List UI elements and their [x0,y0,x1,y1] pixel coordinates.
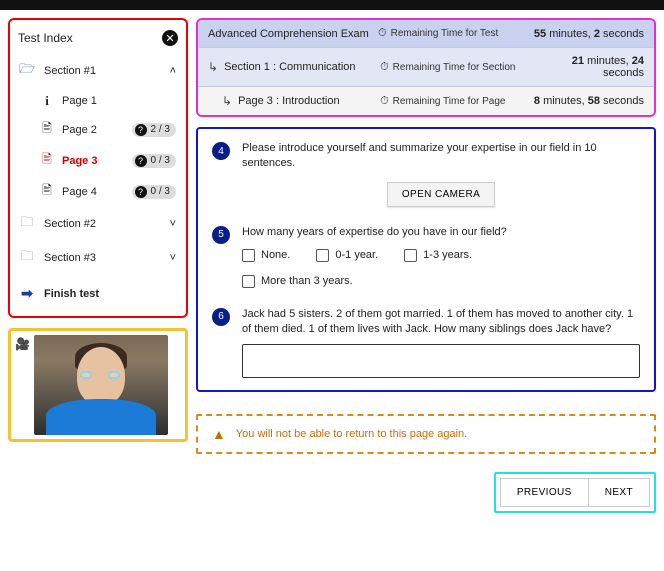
section-label: Section #2 [44,218,160,230]
timer-title: Advanced Comprehension Exam [208,28,378,40]
question-mark-icon: ? [135,155,147,167]
finish-label: Finish test [44,288,99,300]
nav-buttons: PREVIOUS NEXT [494,472,656,513]
timer-mid: Remaining Time for Section [393,62,516,73]
chevron-down-icon: ˅ [170,252,176,264]
question-mark-icon: ? [135,186,147,198]
checkbox-icon [242,249,255,262]
question-5: 5 How many years of expertise do you hav… [212,225,640,289]
page-label: Page 2 [62,124,124,136]
page-4-row[interactable]: 🖹 Page 4 ?0 / 3 [18,176,178,207]
webcam-feed [34,335,168,435]
page-label: Page 4 [62,186,124,198]
document-icon: 🖹 [40,181,54,202]
warning-text: You will not be able to return to this p… [236,428,467,440]
warning-icon: ▲ [212,426,226,442]
section-3-row[interactable]: 🗀 Section #3 ˅ [18,241,178,275]
progress-badge: ?2 / 3 [132,123,176,137]
option-none[interactable]: None. [242,248,290,263]
clock-icon: ⏱ [378,27,387,40]
previous-button[interactable]: PREVIOUS [500,478,588,507]
document-icon: 🖹 [40,150,54,171]
page-2-row[interactable]: 🖹 Page 2 ?2 / 3 [18,114,178,145]
next-button[interactable]: NEXT [588,478,650,507]
close-icon[interactable]: ✕ [162,30,178,46]
question-number: 4 [212,142,230,160]
progress-badge: ?0 / 3 [132,154,176,168]
timer-row-test: Advanced Comprehension Exam ⏱ Remaining T… [198,20,654,48]
questions-panel: 4 Please introduce yourself and summariz… [196,127,656,392]
timer-row-section: ↳ Section 1 : Communication ⏱ Remaining T… [198,48,654,87]
camera-icon: 🎥 [15,337,30,351]
indent-arrow-icon: ↳ [222,94,232,108]
question-text: Jack had 5 sisters. 2 of them got marrie… [242,307,640,338]
folder-open-icon: 🗁 [20,60,34,82]
question-6: 6 Jack had 5 sisters. 2 of them got marr… [212,307,640,378]
option-0-1[interactable]: 0-1 year. [316,248,378,263]
question-number: 6 [212,308,230,326]
page-label: Page 3 [62,155,124,167]
question-number: 5 [212,226,230,244]
checkbox-icon [242,275,255,288]
chevron-down-icon: ˅ [170,218,176,230]
section-label: Section #1 [44,65,160,77]
checkbox-icon [316,249,329,262]
section-1-row[interactable]: 🗁 Section #1 ˄ [18,54,178,88]
question-4: 4 Please introduce yourself and summariz… [212,141,640,207]
clock-icon: ⏱ [380,95,389,108]
question-text: How many years of expertise do you have … [242,225,640,240]
question-text: Please introduce yourself and summarize … [242,141,640,172]
timer-value: 8 minutes, 58 seconds [530,95,644,107]
checkbox-icon [404,249,417,262]
chevron-up-icon: ˄ [170,65,176,77]
folder-icon: 🗀 [20,247,34,269]
finish-test-button[interactable]: ➡ Finish test [18,275,178,306]
answer-input[interactable] [242,344,640,378]
test-index-title: Test Index [18,31,73,45]
document-icon: 🖹 [40,119,54,140]
webcam-panel: 🎥 [8,328,188,442]
page-label: Page 1 [62,95,176,107]
info-icon: i [40,93,54,109]
warning-banner: ▲ You will not be able to return to this… [196,414,656,454]
section-label: Section #3 [44,252,160,264]
test-index-panel: Test Index ✕ 🗁 Section #1 ˄ i Page 1 🖹 P… [8,18,188,318]
timer-title: Section 1 : Communication [224,61,380,73]
timer-mid: Remaining Time for Test [391,28,499,39]
folder-icon: 🗀 [20,213,34,235]
exit-icon: ➡ [20,285,34,302]
page-1-row[interactable]: i Page 1 [18,88,178,114]
window-topbar [0,0,664,10]
page-3-row[interactable]: 🖹 Page 3 ?0 / 3 [18,145,178,176]
question-mark-icon: ? [135,124,147,136]
open-camera-button[interactable]: OPEN CAMERA [387,182,495,207]
section-2-row[interactable]: 🗀 Section #2 ˅ [18,207,178,241]
indent-arrow-icon: ↳ [208,60,218,74]
timer-value: 55 minutes, 2 seconds [528,28,644,40]
timer-title: Page 3 : Introduction [238,95,380,107]
timer-mid: Remaining Time for Page [393,96,506,107]
timer-value: 21 minutes, 24 seconds [530,55,644,79]
timer-panel: Advanced Comprehension Exam ⏱ Remaining T… [196,18,656,117]
clock-icon: ⏱ [380,61,389,74]
timer-row-page: ↳ Page 3 : Introduction ⏱ Remaining Time … [198,87,654,115]
progress-badge: ?0 / 3 [132,185,176,199]
option-1-3[interactable]: 1-3 years. [404,248,472,263]
option-3plus[interactable]: More than 3 years. [242,274,640,289]
